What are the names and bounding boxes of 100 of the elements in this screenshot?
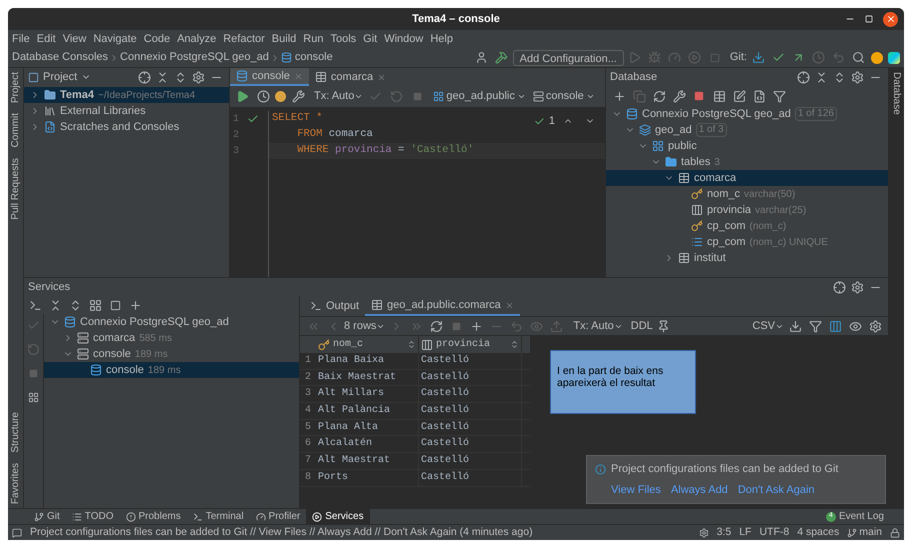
schema-dropdown[interactable]: geo_ad.public [433,88,526,105]
menu-item[interactable]: Analyze [177,30,216,48]
git-branch[interactable]: main [847,524,882,540]
tool-window-tab[interactable]: Profiler [250,508,306,524]
menu-item[interactable]: Window [384,30,424,48]
breadcrumb[interactable]: Database Consoles [12,49,108,66]
caret-position[interactable]: 3:5 [716,524,732,540]
row-number: 3 [304,387,312,402]
column-header[interactable]: nom_c [316,336,419,353]
notification-link[interactable]: Don't Ask Again [738,482,815,498]
tree-item[interactable]: public [606,138,888,154]
code-line: SELECT * [272,111,322,126]
item-label: console [93,346,131,362]
breadcrumb[interactable]: Connexio PostgreSQL geo_ad [120,49,269,66]
tool-window-tab[interactable]: Terminal [186,508,250,524]
menu-item[interactable]: Refactor [223,30,265,48]
format-dropdown[interactable]: CSV [752,318,784,334]
inspection-icon [534,116,545,126]
tool-window-tab[interactable]: Pull Requests [8,158,27,220]
menu-item[interactable]: Tools [330,30,356,48]
tool-window-tab[interactable]: Git [28,508,66,524]
column-header[interactable]: provincia [419,336,522,353]
tree-item[interactable]: comarca [606,170,888,186]
console-icon [236,70,248,82]
close-button[interactable] [883,12,898,26]
tree-item[interactable]: Connexio PostgreSQL geo_ad 1 of 126 [606,106,888,122]
row-number: 7 [304,454,312,468]
row-number: 6 [304,437,312,452]
tree-item[interactable]: Tema4 ~/IdeaProjects/Tema4 [24,87,229,103]
ddl-button[interactable]: DDL [630,318,653,334]
tool-window-tab[interactable]: Structure [8,412,27,453]
table-cell: Baix Maestrat [316,370,419,386]
item-label: nom_c [707,186,740,202]
notification-link[interactable]: Always Add [670,482,728,498]
tree-item[interactable]: institut [606,250,888,266]
tree-item[interactable]: console 189 ms [44,362,299,378]
table-cell: Alt Maestrat [316,453,419,469]
tool-window-tab[interactable]: Database [885,72,904,115]
menu-item[interactable]: View [62,30,86,48]
window-title: Tema4 – console [412,12,500,27]
transaction-dropdown[interactable]: Tx: Auto [573,318,623,334]
configuration-button[interactable]: Add Configuration... [512,50,624,66]
breadcrumb[interactable]: console [294,49,333,66]
panel-title[interactable]: Project [43,68,78,86]
table-cell: Plana Baixa [316,353,419,369]
tool-window-tab[interactable]: Problems [120,508,187,524]
menu-item[interactable]: Edit [36,30,56,48]
tool-window-tab[interactable]: Services [306,508,370,524]
menu-item[interactable]: Run [303,30,324,48]
item-detail: varchar(50) [744,188,796,202]
editor-tab[interactable]: comarca [308,68,392,86]
key-column-icon [691,188,703,200]
menu-item[interactable]: File [12,30,30,48]
tree-item[interactable]: tables 3 [606,154,888,170]
result-tab[interactable]: Output [304,296,366,316]
project-icon [28,72,39,82]
menu-item[interactable]: Build [272,30,296,48]
profile-icon[interactable] [275,91,286,102]
table-icon [678,172,690,184]
tree-item[interactable]: comarca 585 ms [44,330,299,346]
tree-item[interactable]: nom_c varchar(50) [606,186,888,202]
table-cell: Alt Millars [316,386,419,402]
tree-item[interactable]: cp_com (nom_c) [606,218,888,234]
tree-item[interactable]: External Libraries [24,103,229,119]
problems-icon [126,512,136,522]
tree-item[interactable]: cp_com (nom_c) UNIQUE [606,234,888,250]
tool-window-tab[interactable]: Project [8,72,27,104]
sort-icon[interactable] [407,340,416,349]
tree-item[interactable]: console 189 ms [44,346,299,362]
notification-link[interactable]: View Files [611,482,661,498]
table-icon [371,299,384,311]
transaction-dropdown[interactable]: Tx: Auto [314,88,364,105]
update-badge-icon[interactable] [871,52,883,64]
maximize-icon [865,15,873,23]
tree-item[interactable]: Connexio PostgreSQL geo_ad [44,314,299,330]
tree-item[interactable]: provincia varchar(25) [606,202,888,218]
table-cell: Alcalatén [316,436,419,452]
result-tab[interactable]: geo_ad.public.comarca [365,296,520,316]
tool-window-tab[interactable]: Commit [8,113,27,148]
tree-item[interactable]: Scratches and Consoles [24,119,229,135]
menu-item[interactable]: Help [430,30,453,48]
editor-tab[interactable]: console [230,68,309,86]
tree-item[interactable]: geo_ad 1 of 3 [606,122,888,138]
tool-window-tab[interactable]: TODO [66,508,120,524]
session-dropdown[interactable]: console [532,88,595,105]
toolbox-icon[interactable] [888,52,900,64]
rows-dropdown[interactable]: 8 rows [344,318,386,334]
menu-item[interactable]: Code [144,30,170,48]
item-badge: 1 of 3 [696,123,727,137]
item-detail: varchar(25) [755,204,806,218]
item-label: cp_com [707,234,746,250]
tool-window-tab[interactable]: Favorites [8,462,27,504]
table-icon [678,252,690,264]
line-separator[interactable]: LF [739,524,752,540]
file-encoding[interactable]: UTF-8 [759,524,790,540]
menu-item[interactable]: Git [363,30,378,48]
chevron-down-icon [516,92,526,101]
indent-setting[interactable]: 4 spaces [797,524,840,540]
sort-icon[interactable] [510,340,519,349]
menu-item[interactable]: Navigate [93,30,137,48]
